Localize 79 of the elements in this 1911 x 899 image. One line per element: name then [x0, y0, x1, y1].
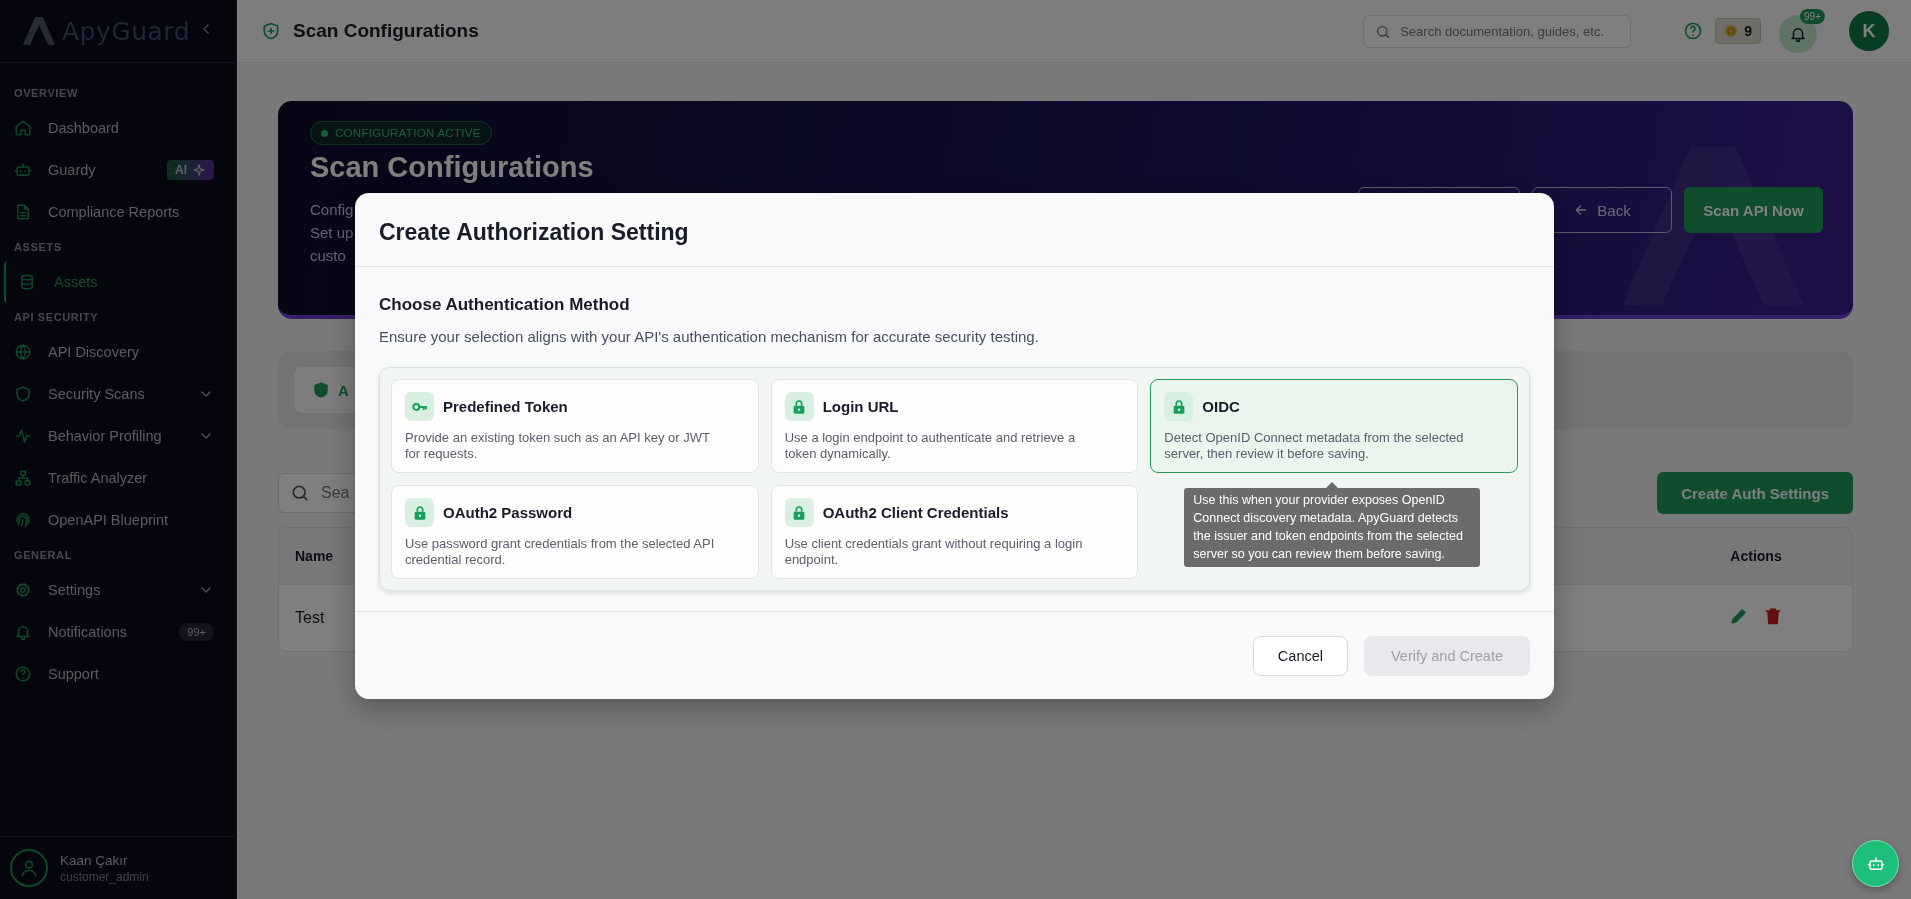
- method-title: OAuth2 Client Credentials: [822, 504, 1009, 521]
- delete-button[interactable]: [1763, 606, 1783, 626]
- section-title: Choose Authentication Method: [379, 295, 631, 315]
- count-badge: 99+: [1800, 9, 1825, 24]
- hero-title: Scan Configurations: [310, 151, 594, 184]
- avatar-icon[interactable]: [10, 849, 48, 887]
- column-header: Actions: [1660, 528, 1852, 584]
- sidebar-item[interactable]: Settings: [0, 569, 236, 611]
- sidebar-item[interactable]: Dashboard: [0, 107, 236, 149]
- status-badge: CONFIGURATION ACTIVE: [310, 121, 492, 145]
- coin-icon: [1724, 24, 1739, 38]
- bell-icon: [14, 623, 32, 641]
- section-label: GENERAL: [13, 548, 73, 563]
- sidebar-item[interactable]: Behavior Profiling: [0, 415, 236, 457]
- ai-badge: AI: [167, 160, 214, 180]
- database-icon: [18, 273, 36, 291]
- sidebar-item[interactable]: Security Scans: [0, 373, 236, 415]
- logo-icon: [22, 14, 56, 48]
- sidebar-item[interactable]: OpenAPI Blueprint: [0, 499, 236, 541]
- page-title: Scan Configurations: [293, 20, 480, 42]
- section-description: Ensure your selection aligns with your API's authentication mechanism for accurate security testing.: [379, 328, 1040, 345]
- help-icon: [14, 665, 32, 683]
- section-label: OVERVIEW: [13, 86, 79, 101]
- help-button[interactable]: [1683, 21, 1704, 41]
- sidebar-item[interactable]: Support: [0, 653, 236, 695]
- hero-description: Set up: [310, 223, 354, 243]
- section-label: ASSETS: [13, 240, 63, 255]
- pencil-icon: [1729, 606, 1749, 626]
- shield-icon: [14, 385, 32, 403]
- method-title: OAuth2 Password: [443, 504, 573, 521]
- method-description: Use client credentials grant without requiring a login endpoint.: [784, 536, 1084, 568]
- robot-icon: [1866, 854, 1885, 873]
- dialog-title: Create Authorization Setting: [379, 219, 689, 245]
- sparkle-icon: [192, 163, 206, 177]
- fingerprint-icon: [14, 511, 32, 529]
- method-card[interactable]: Predefined Token Provide an existing token such as an API key or JWT for requests.: [391, 379, 759, 473]
- network-icon: [14, 469, 32, 487]
- tooltip-text: Use this when your provider exposes OpenID Connect discovery metadata. ApyGuard detects the issuer and token endpoints from the selected server so you can review them before saving.: [1184, 488, 1481, 567]
- home-icon: [14, 119, 32, 137]
- sidebar-item[interactable]: Compliance Reports: [0, 191, 236, 233]
- pulse-icon: [14, 427, 32, 445]
- method-description: Provide an existing token such as an API key or JWT for requests.: [405, 430, 711, 462]
- method-card[interactable]: Login URL Use a login endpoint to authenticate and retrieve a token dynamically.: [770, 379, 1139, 473]
- scan-button[interactable]: Scan API Now: [1684, 187, 1823, 233]
- method-description: Detect OpenID Connect metadata from the selected server, then review it before saving.: [1164, 430, 1465, 462]
- create-auth-button[interactable]: Create Auth Settings: [1657, 472, 1853, 514]
- sidebar-item[interactable]: Notifications 99+: [0, 611, 236, 653]
- cancel-button[interactable]: Cancel: [1252, 636, 1348, 676]
- method-title: Predefined Token: [443, 398, 568, 415]
- robot-icon: [14, 161, 32, 179]
- hero-description: custo: [310, 246, 346, 266]
- method-card[interactable]: OAuth2 Client Credentials Use client credentials grant without requiring a login endpoint.: [770, 485, 1139, 579]
- count-badge: 99+: [179, 623, 214, 641]
- tooltip-arrow-icon: [1326, 482, 1339, 488]
- credits-chip[interactable]: 9: [1715, 18, 1761, 44]
- sidebar-item[interactable]: Traffic Analyzer: [0, 457, 236, 499]
- help-icon: [1683, 21, 1704, 41]
- shield-check-icon: [312, 381, 330, 399]
- settings-icon: [14, 581, 32, 599]
- globe-icon: [14, 343, 32, 361]
- method-title: Login URL: [822, 398, 899, 415]
- shield-plus-icon: [261, 21, 281, 41]
- method-card[interactable]: OAuth2 Password Use password grant credentials from the selected API credential record.: [391, 485, 759, 579]
- document-icon: [14, 203, 32, 221]
- edit-button[interactable]: [1729, 606, 1749, 626]
- user-avatar[interactable]: K: [1849, 11, 1889, 51]
- search-field[interactable]: Search documentation, guides, etc.: [1363, 14, 1632, 48]
- bell-icon: [1789, 25, 1807, 43]
- method-description: Use password grant credentials from the selected API credential record.: [405, 536, 716, 568]
- trash-icon: [1763, 606, 1783, 626]
- user-name: Kaan Çakır: [60, 852, 129, 868]
- user-role: customer_admin: [60, 869, 149, 884]
- user-icon: [19, 858, 39, 878]
- sidebar-item[interactable]: Guardy AI: [0, 149, 236, 191]
- sidebar-item[interactable]: API Discovery: [0, 331, 236, 373]
- method-description: Use a login endpoint to authenticate and retrieve a token dynamically.: [784, 430, 1077, 462]
- hero-description: Config: [310, 200, 354, 220]
- section-label: API SECURITY: [13, 310, 100, 325]
- method-title: OIDC: [1202, 398, 1240, 415]
